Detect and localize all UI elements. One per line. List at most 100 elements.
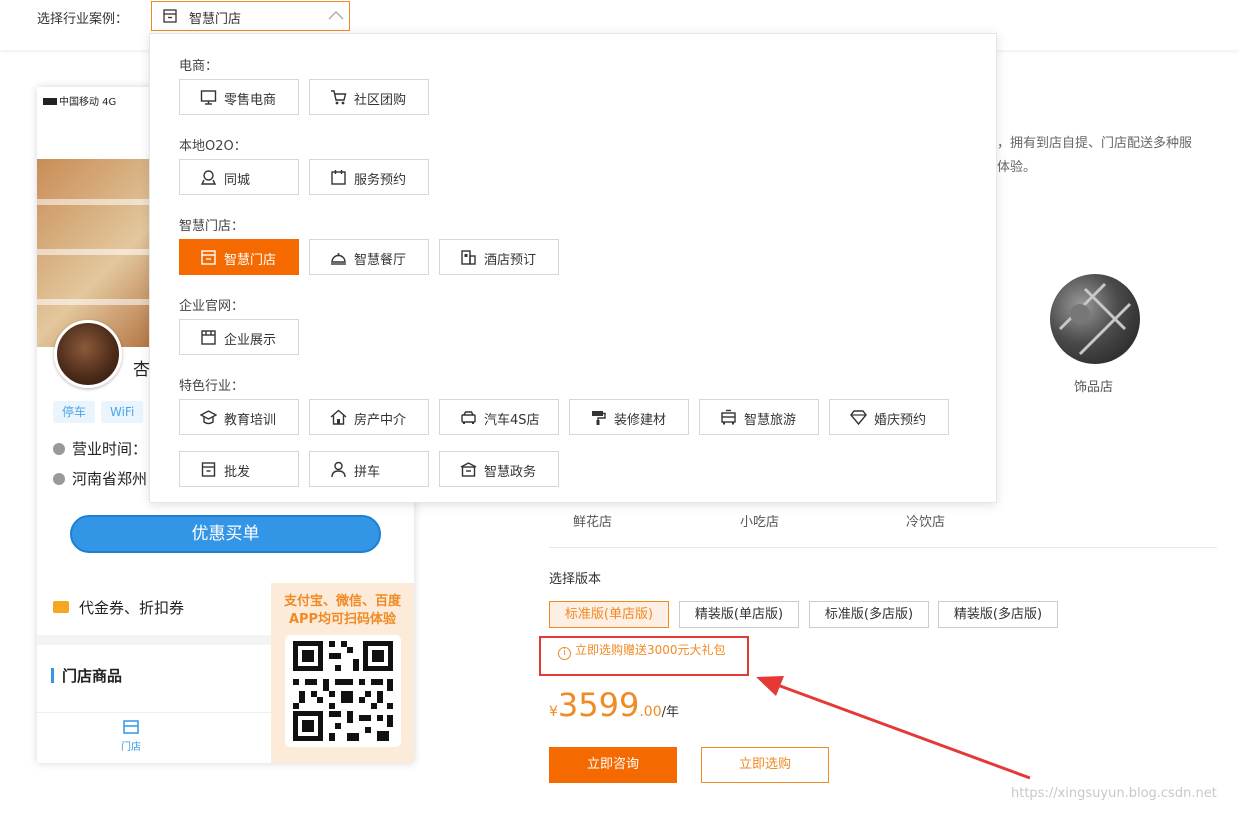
hotel-icon [461, 250, 476, 265]
cart-icon [331, 90, 347, 105]
industry-dropdown: 电商： 零售电商 社区团购 本地O2O： 同城 服务预约 智慧门店： 智慧门店 … [149, 33, 997, 503]
monitor-icon [200, 90, 217, 105]
price: ¥3599.00/年 [549, 686, 679, 724]
store-icon [201, 250, 216, 265]
option-label: 零售电商 [224, 93, 277, 108]
store-avatar [54, 320, 122, 388]
option-label: 企业展示 [224, 333, 277, 348]
option-label: 服务预约 [354, 173, 407, 188]
intro-line: ，拥有到店自提、门店配送多种服 [997, 136, 1193, 151]
gift-notice-text: 立即选购赠送3000元大礼包 [575, 643, 726, 657]
accessory-photo-icon [1058, 282, 1132, 356]
tab-store-label: 门店 [121, 742, 141, 753]
location-icon [200, 170, 217, 185]
company-icon [201, 330, 216, 345]
option-smart-store[interactable]: 智慧门店 [179, 239, 299, 275]
option-label: 教育培训 [224, 413, 277, 428]
store-type-snack[interactable]: 小吃店 [740, 511, 779, 530]
buy-now-button[interactable]: 立即选购 [701, 747, 829, 783]
consult-button[interactable]: 立即咨询 [549, 747, 677, 783]
option-community-group-buy[interactable]: 社区团购 [309, 79, 429, 115]
option-retail-ecommerce[interactable]: 零售电商 [179, 79, 299, 115]
store-type-flower[interactable]: 鲜花店 [573, 511, 612, 530]
person-icon [331, 461, 346, 478]
qr-caption-line2: APP均可扫码体验 [288, 612, 397, 627]
version-standard-single[interactable]: 标准版(单店版) [549, 601, 669, 628]
business-hours: 营业时间： [53, 438, 147, 459]
coupon-row[interactable]: 代金券、折扣券 [53, 597, 184, 618]
option-service-booking[interactable]: 服务预约 [309, 159, 429, 195]
version-label: 选择版本 [549, 572, 602, 587]
box-icon [201, 462, 216, 477]
option-label: 酒店预订 [484, 253, 537, 268]
option-label: 智慧门店 [224, 253, 277, 268]
version-standard-multi[interactable]: 标准版(多店版) [809, 601, 929, 628]
option-company-showcase[interactable]: 企业展示 [179, 319, 299, 355]
option-smart-restaurant[interactable]: 智慧餐厅 [309, 239, 429, 275]
option-label: 汽车4S店 [484, 413, 540, 428]
option-car-4s[interactable]: 汽车4S店 [439, 399, 559, 435]
coupon-label: 代金券、折扣券 [79, 599, 185, 617]
calendar-icon [331, 170, 346, 185]
option-same-city[interactable]: 同城 [179, 159, 299, 195]
version-premium-single[interactable]: 精装版(单店版) [679, 601, 799, 628]
option-label: 装修建材 [614, 413, 667, 428]
industry-selector[interactable]: 智慧门店 [151, 1, 350, 31]
carrier-text: 中国移动 4G [59, 97, 117, 108]
category-local-o2o: 本地O2O： [179, 139, 247, 154]
location-pin-icon [53, 473, 65, 485]
dish-icon [331, 253, 346, 265]
store-address-text: 河南省郑州 [72, 470, 148, 488]
category-ecommerce: 电商： [179, 59, 219, 74]
ticket-icon [53, 601, 69, 613]
option-label: 拼车 [354, 465, 381, 480]
qr-panel: 支付宝、微信、百度 APP均可扫码体验 [271, 583, 414, 763]
option-label: 社区团购 [354, 93, 407, 108]
qr-caption-line1: 支付宝、微信、百度 [283, 594, 401, 609]
divider [549, 547, 1217, 548]
option-carpool[interactable]: 拼车 [309, 451, 429, 487]
category-corporate-site: 企业官网： [179, 299, 245, 314]
option-wedding-booking[interactable]: 婚庆预约 [829, 399, 949, 435]
accessory-store-image[interactable] [1050, 274, 1140, 364]
option-smart-tourism[interactable]: 智慧旅游 [699, 399, 819, 435]
option-label: 房产中介 [354, 413, 407, 428]
store-icon [163, 9, 177, 23]
tab-store[interactable]: 门店 [119, 719, 143, 753]
government-icon [460, 462, 477, 477]
gift-notice: i 立即选购赠送3000元大礼包 [558, 641, 726, 660]
graduation-cap-icon [200, 410, 217, 425]
category-smart-store: 智慧门店： [179, 219, 245, 234]
store-tab-icon [123, 720, 139, 734]
business-hours-label: 营业时间： [72, 440, 148, 458]
car-icon [461, 411, 476, 424]
phone-status-bar: 中国移动 4G [43, 93, 116, 108]
qr-code [285, 635, 401, 747]
option-wholesale[interactable]: 批发 [179, 451, 299, 487]
price-currency: ¥ [549, 704, 558, 720]
option-label: 同城 [224, 173, 251, 188]
store-name: 杏 [133, 360, 150, 380]
paint-roller-icon [592, 411, 606, 425]
option-real-estate[interactable]: 房产中介 [309, 399, 429, 435]
clock-icon [53, 443, 65, 455]
chevron-up-icon [328, 11, 344, 20]
price-unit: /年 [661, 705, 680, 720]
house-icon [330, 409, 347, 425]
accessory-store-label[interactable]: 饰品店 [1074, 376, 1113, 395]
price-decimal: .00 [639, 704, 662, 720]
option-hotel-booking[interactable]: 酒店预订 [439, 239, 559, 275]
qr-caption: 支付宝、微信、百度 APP均可扫码体验 [271, 593, 414, 629]
option-education[interactable]: 教育培训 [179, 399, 299, 435]
industry-selector-value: 智慧门店 [189, 12, 242, 27]
discount-pay-button[interactable]: 优惠买单 [70, 515, 381, 553]
version-premium-multi[interactable]: 精装版(多店版) [938, 601, 1058, 628]
store-type-drinks[interactable]: 冷饮店 [906, 511, 945, 530]
option-label: 婚庆预约 [874, 413, 927, 428]
info-icon: i [558, 647, 571, 660]
option-home-decoration[interactable]: 装修建材 [569, 399, 689, 435]
intro-line: 体验。 [997, 160, 1037, 175]
category-featured-industries: 特色行业： [179, 379, 245, 394]
option-smart-government[interactable]: 智慧政务 [439, 451, 559, 487]
qr-code-icon [293, 641, 393, 741]
